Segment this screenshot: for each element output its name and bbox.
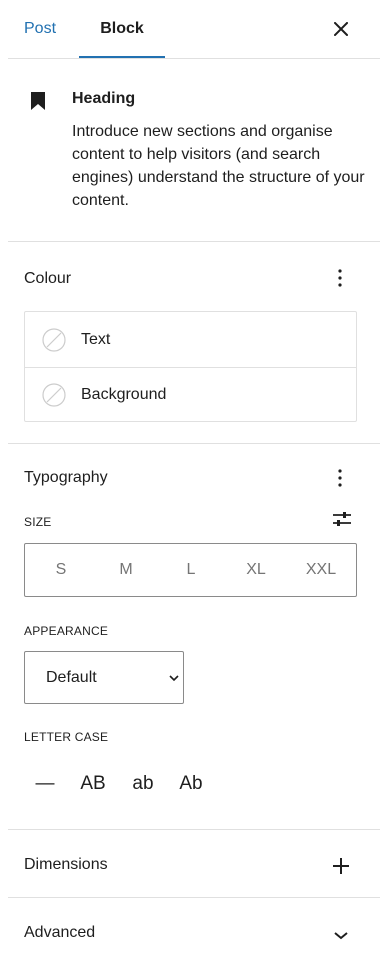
close-icon [334, 22, 348, 36]
colour-item-label: Background [81, 386, 167, 403]
empty-swatch-icon [42, 383, 66, 407]
typography-options-button[interactable] [328, 464, 352, 492]
appearance-select[interactable]: Default [24, 651, 184, 704]
chevron-down-icon [169, 675, 179, 682]
typography-panel-title: Typography [24, 469, 108, 486]
size-option-xxl[interactable]: XXL [297, 544, 345, 596]
colour-item-text[interactable]: Text [25, 312, 356, 367]
close-button[interactable] [326, 14, 356, 44]
colour-options-button[interactable] [328, 264, 352, 292]
colour-panel-divider [8, 443, 380, 444]
custom-size-toggle[interactable] [331, 509, 353, 529]
letter-case-none-button[interactable]: — [33, 768, 57, 800]
colour-settings-list: Text Background [24, 311, 357, 422]
font-size-picker: S M L XL XXL [24, 543, 357, 597]
size-label: SIZE [24, 515, 52, 529]
dimensions-panel-divider [8, 897, 380, 898]
dimensions-panel-header[interactable]: Dimensions [0, 831, 380, 899]
letter-case-lowercase-button[interactable]: ab [128, 768, 158, 800]
typography-panel-divider [8, 829, 380, 830]
block-description: Introduce new sections and organise cont… [72, 123, 365, 209]
block-title: Heading [72, 90, 136, 107]
size-option-s[interactable]: S [37, 544, 85, 596]
empty-swatch-icon [42, 327, 66, 352]
advanced-panel-title: Advanced [24, 924, 96, 941]
advanced-panel-header[interactable]: Advanced [0, 899, 380, 963]
block-card-divider [8, 241, 380, 242]
more-vertical-icon [338, 469, 342, 487]
settings-sliders-icon [333, 512, 351, 526]
letter-case-capitalize-button[interactable]: Ab [175, 768, 207, 800]
bookmark-icon [31, 92, 45, 110]
letter-case-uppercase-button[interactable]: AB [76, 768, 110, 800]
size-option-m[interactable]: M [102, 544, 150, 596]
colour-panel-title: Colour [24, 270, 72, 287]
dimensions-panel-title: Dimensions [24, 856, 108, 873]
size-option-xl[interactable]: XL [232, 544, 280, 596]
chevron-down-icon [334, 932, 348, 940]
tab-post[interactable]: Post [24, 0, 56, 58]
appearance-value: Default [46, 669, 97, 686]
colour-item-label: Text [81, 330, 111, 348]
letter-case-label: LETTER CASE [24, 730, 109, 744]
plus-icon [333, 858, 349, 874]
colour-item-background[interactable]: Background [25, 367, 356, 422]
block-card: Heading Introduce new sections and organ… [0, 58, 380, 242]
more-vertical-icon [338, 269, 342, 287]
size-option-l[interactable]: L [167, 544, 215, 596]
appearance-label: APPEARANCE [24, 624, 109, 638]
tab-block[interactable]: Block [79, 0, 165, 58]
sidebar-tabs: Post Block [0, 0, 380, 58]
